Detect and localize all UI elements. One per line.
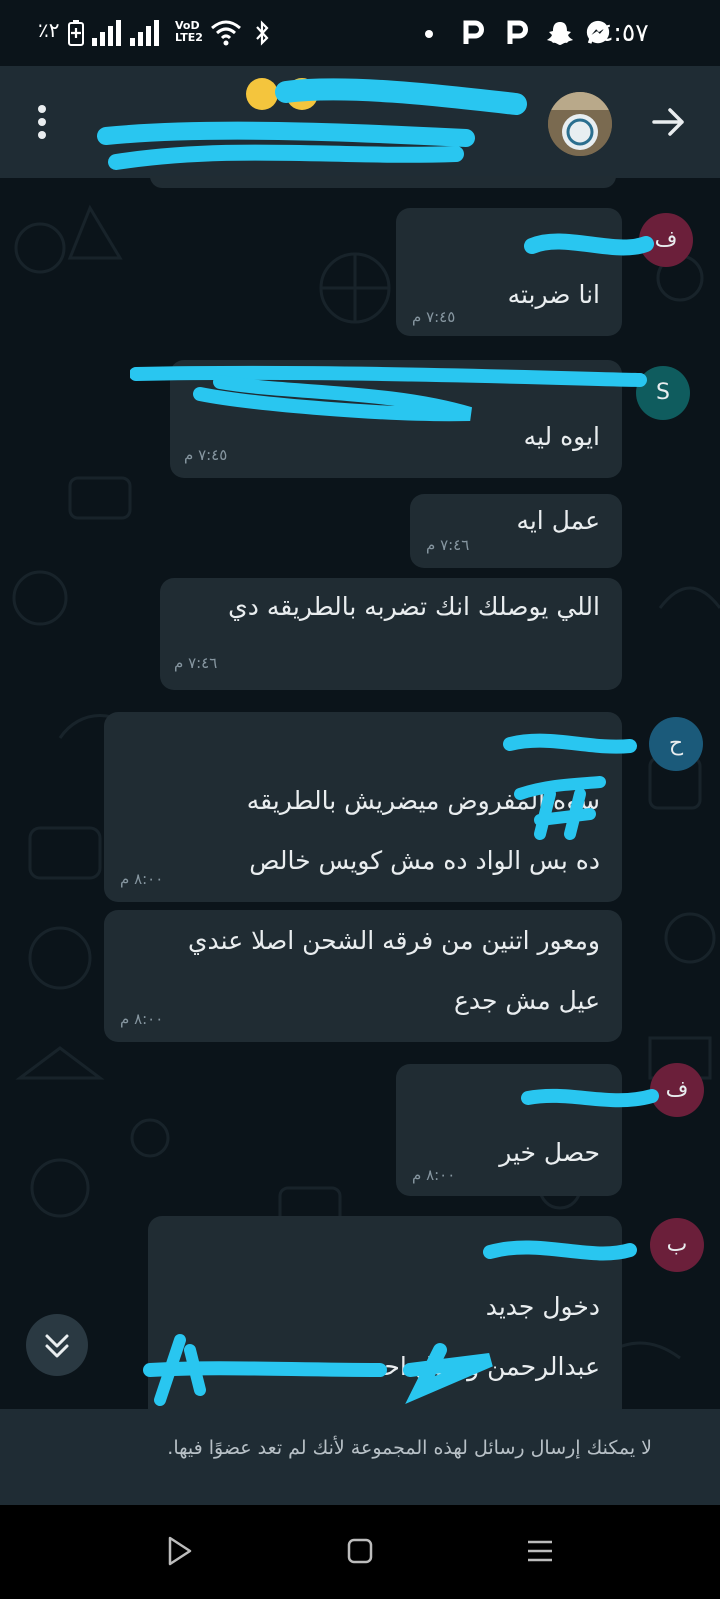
signal-icon <box>130 20 159 46</box>
message-bubble[interactable]: عمل ايه ٧:٤٦ م <box>410 494 622 568</box>
redaction-mark <box>483 1240 637 1261</box>
footer-notice-bar: لا يمكنك إرسال رسائل لهذه المجموعة لأنك … <box>0 1409 720 1505</box>
message-bubble[interactable]: اللي يوصلك انك تضربه بالطريقه دي ٧:٤٦ م <box>160 578 622 690</box>
redaction-mark <box>503 733 637 840</box>
message-time: ٧:٤٥ م <box>412 308 456 326</box>
message-text-line: ومعور اتنين من فرقه الشحن اصلا عندي <box>187 926 600 955</box>
message-bubble-partial[interactable] <box>150 176 616 188</box>
bluetooth-icon <box>256 20 269 46</box>
clock: ٤:٥٧ <box>600 18 649 47</box>
status-bar: ٪٢ VoD LTE2 ٤:٥٧ <box>0 0 720 66</box>
message-time: ٧:٤٥ م <box>184 446 228 464</box>
nav-home-icon[interactable] <box>346 1537 374 1565</box>
parking-icon <box>507 20 528 44</box>
message-text: اللي يوصلك انك تضربه بالطريقه دي <box>228 592 600 621</box>
redaction-mark <box>143 1334 493 1406</box>
nav-back-icon[interactable] <box>166 1535 194 1567</box>
message-text-line: ده بس الواد ده مش كويس خالص <box>249 846 600 875</box>
message-time: ٨:٠٠ م <box>120 870 164 888</box>
system-navigation-bar <box>0 1505 720 1599</box>
more-options-icon[interactable] <box>34 104 50 140</box>
dot-indicator-icon <box>425 30 433 38</box>
message-time: ٨:٠٠ م <box>412 1166 456 1184</box>
scroll-to-bottom-button[interactable] <box>26 1314 88 1376</box>
scroll-down-icon <box>45 1334 69 1358</box>
battery-icon <box>68 20 84 46</box>
nav-recents-icon[interactable] <box>526 1539 554 1563</box>
redaction-mark <box>130 365 647 422</box>
parking-icon <box>463 20 484 44</box>
message-text: حصل خير <box>499 1138 600 1167</box>
message-bubble[interactable]: ومعور اتنين من فرقه الشحن اصلا عندي عيل … <box>104 910 622 1042</box>
snapchat-icon <box>547 22 573 45</box>
back-arrow-icon[interactable] <box>650 104 686 140</box>
network-type-label: VoD LTE2 <box>175 19 203 44</box>
message-text-line: دخول جديد <box>485 1292 600 1321</box>
message-text-line: عيل مش جدع <box>453 986 600 1015</box>
not-member-notice: لا يمكنك إرسال رسائل لهذه المجموعة لأنك … <box>167 1437 652 1459</box>
message-time: ٧:٤٦ م <box>426 536 470 554</box>
message-text: عمل ايه <box>516 506 600 535</box>
redaction-mark <box>97 78 527 170</box>
sender-avatar[interactable]: ح <box>649 717 703 771</box>
group-avatar[interactable] <box>548 92 612 156</box>
sender-avatar[interactable]: ب <box>650 1218 704 1272</box>
redaction-mark <box>524 233 654 256</box>
group-avatar-image <box>548 92 612 156</box>
signal-icon <box>92 20 121 46</box>
message-time: ٧:٤٦ م <box>174 654 218 672</box>
redaction-mark <box>521 1088 659 1108</box>
message-text: انا ضربته <box>507 280 600 309</box>
message-time: ٨:٠٠ م <box>120 1010 164 1028</box>
battery-percent: ٪٢ <box>38 18 60 42</box>
wifi-icon <box>211 20 241 46</box>
